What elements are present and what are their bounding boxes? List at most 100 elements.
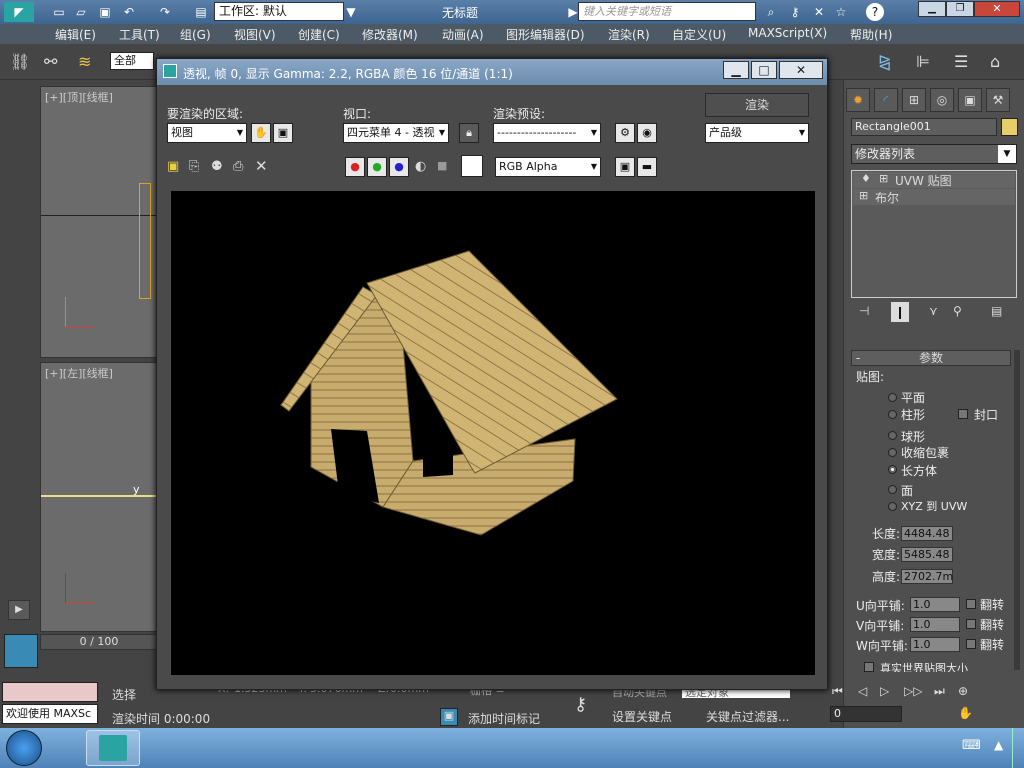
- workspace-dropdown[interactable]: 工作区: 默认: [214, 2, 344, 21]
- real-world-checkbox[interactable]: [864, 662, 874, 672]
- play-button[interactable]: ▶: [8, 600, 30, 620]
- maxscript-listener[interactable]: 欢迎使用 MAXSc: [2, 704, 98, 724]
- red-channel-toggle[interactable]: ●: [345, 157, 365, 177]
- align-icon[interactable]: ⊫: [916, 52, 930, 71]
- mirror-icon[interactable]: ⧎: [878, 52, 891, 71]
- pan-hand-icon[interactable]: ✋: [958, 706, 973, 720]
- add-time-tag-label[interactable]: 添加时间标记: [468, 710, 540, 727]
- lightbulb-icon[interactable]: ♦: [861, 172, 871, 185]
- time-tag-icon[interactable]: ▣: [440, 708, 458, 726]
- zoom-icon[interactable]: ⊕: [958, 684, 968, 698]
- area-to-render-dropdown[interactable]: 视图: [167, 123, 247, 143]
- menu-customize[interactable]: 自定义(U): [672, 26, 726, 43]
- layer-manager-icon[interactable]: ☰: [954, 52, 968, 71]
- cap-checkbox[interactable]: [958, 409, 968, 419]
- search-input[interactable]: 键入关键字或短语: [578, 2, 756, 21]
- radio-xyz-to-uvw[interactable]: [888, 502, 897, 511]
- start-button-icon[interactable]: [6, 730, 42, 766]
- modify-tab-icon[interactable]: ◜: [874, 88, 898, 112]
- maxscript-listener-pink[interactable]: [2, 682, 98, 702]
- v-tile-spinner[interactable]: 1.0: [910, 617, 960, 632]
- next-frame-icon[interactable]: ▷▷: [904, 684, 922, 698]
- key-icon[interactable]: ⚷: [786, 3, 804, 21]
- max-logo-icon[interactable]: ◤: [4, 2, 34, 22]
- height-spinner[interactable]: 2702.7m: [901, 569, 953, 584]
- frame-spinner[interactable]: 0: [830, 706, 902, 722]
- new-file-icon[interactable]: ▭: [50, 3, 68, 21]
- utilities-tab-icon[interactable]: ⚒: [986, 88, 1010, 112]
- show-desktop-button[interactable]: [1012, 728, 1024, 768]
- bind-spacewarp-icon[interactable]: ≋: [78, 52, 91, 71]
- make-unique-icon[interactable]: ⋎: [929, 304, 938, 318]
- channel-display-dropdown[interactable]: RGB Alpha: [495, 157, 601, 177]
- radio-spherical[interactable]: [888, 431, 897, 440]
- set-key-icon[interactable]: ⚷: [574, 694, 587, 715]
- menu-tools[interactable]: 工具(T): [119, 26, 160, 43]
- object-color-swatch[interactable]: [1001, 118, 1018, 136]
- render-preset-dropdown[interactable]: --------------------: [493, 123, 601, 143]
- display-tab-icon[interactable]: ▣: [958, 88, 982, 112]
- menu-create[interactable]: 创建(C): [298, 26, 340, 43]
- project-folder-icon[interactable]: ▤: [192, 3, 210, 21]
- radio-shrink-wrap[interactable]: [888, 448, 897, 457]
- u-flip-checkbox[interactable]: [966, 599, 976, 609]
- key-filter-button[interactable]: 关键点过滤器...: [706, 708, 789, 725]
- copy-image-icon[interactable]: ⎘: [189, 159, 199, 174]
- save-image-icon[interactable]: ▣: [167, 159, 179, 174]
- hierarchy-tab-icon[interactable]: ⊞: [902, 88, 926, 112]
- clear-image-icon[interactable]: ✕: [255, 157, 268, 175]
- render-button[interactable]: 渲染: [705, 93, 809, 117]
- length-spinner[interactable]: 4484.48: [901, 526, 953, 541]
- green-channel-toggle[interactable]: ●: [367, 157, 387, 177]
- menu-views[interactable]: 视图(V): [234, 26, 276, 43]
- viewport-top-label[interactable]: [+][顶][线框]: [45, 89, 113, 105]
- color-swatch[interactable]: [461, 155, 483, 177]
- render-minimize-button[interactable]: ▁: [723, 61, 749, 79]
- goto-start-icon[interactable]: ⏮: [832, 684, 843, 699]
- radio-planar[interactable]: [888, 393, 897, 402]
- v-flip-checkbox[interactable]: [966, 619, 976, 629]
- show-end-result-icon[interactable]: ❙: [891, 302, 909, 322]
- toggle-ui-icon[interactable]: ▬: [637, 157, 657, 177]
- unlink-icon[interactable]: ⚯: [44, 52, 57, 71]
- toggle-ui-overlay-icon[interactable]: ▣: [615, 157, 635, 177]
- viewport-dropdown[interactable]: 四元菜单 4 - 透视: [343, 123, 449, 143]
- stack-item-boolean[interactable]: ⊞ 布尔: [853, 189, 1015, 205]
- u-tile-spinner[interactable]: 1.0: [910, 597, 960, 612]
- menu-edit[interactable]: 编辑(E): [55, 26, 96, 43]
- width-spinner[interactable]: 5485.48: [901, 547, 953, 562]
- stack-item-uvw[interactable]: ♦ ⊞ UVW 贴图: [853, 172, 1015, 188]
- open-file-icon[interactable]: ▱: [72, 3, 90, 21]
- save-file-icon[interactable]: ▣: [96, 3, 114, 21]
- viewport-layout-icon[interactable]: [4, 634, 38, 668]
- clone-window-icon[interactable]: ⚉: [211, 159, 223, 174]
- window-restore-button[interactable]: ❐: [946, 1, 974, 17]
- prev-frame-icon[interactable]: ◁: [858, 684, 867, 698]
- radio-face[interactable]: [888, 485, 897, 494]
- set-key-label[interactable]: 设置关键点: [612, 708, 672, 725]
- object-name-field[interactable]: Rectangle001: [851, 118, 997, 136]
- menu-rendering[interactable]: 渲染(R): [608, 26, 650, 43]
- lock-viewport-icon[interactable]: 🔒︎: [459, 123, 479, 143]
- alpha-channel-icon[interactable]: ◐: [415, 159, 426, 174]
- window-minimize-button[interactable]: ▁: [918, 1, 946, 17]
- edit-region-icon[interactable]: ✋: [251, 123, 271, 143]
- monochrome-icon[interactable]: ■: [437, 159, 447, 172]
- help-icon[interactable]: ?: [866, 3, 884, 21]
- pin-stack-icon[interactable]: ⊣: [859, 304, 869, 318]
- configure-sets-icon[interactable]: ▤: [991, 304, 1002, 318]
- viewport-top[interactable]: [+][顶][线框]: [40, 86, 159, 358]
- render-maximize-button[interactable]: □: [751, 61, 777, 79]
- modifier-list-dropdown[interactable]: 修改器列表 ▼: [851, 144, 1017, 164]
- w-tile-spinner[interactable]: 1.0: [910, 637, 960, 652]
- selection-filter-dropdown[interactable]: 全部: [110, 52, 154, 70]
- binoculars-icon[interactable]: ⌕: [762, 3, 780, 21]
- expand-icon[interactable]: ⊞: [859, 189, 868, 202]
- star-icon[interactable]: ☆: [832, 3, 850, 21]
- render-setup-icon[interactable]: ⌂: [990, 52, 1000, 71]
- viewport-left-label[interactable]: [+][左][线框]: [45, 365, 113, 381]
- blue-channel-toggle[interactable]: ●: [389, 157, 409, 177]
- tray-arrow-icon[interactable]: ▲: [994, 738, 1003, 752]
- window-close-button[interactable]: ✕: [974, 1, 1020, 17]
- timeline-bar[interactable]: 0 / 100: [40, 634, 158, 650]
